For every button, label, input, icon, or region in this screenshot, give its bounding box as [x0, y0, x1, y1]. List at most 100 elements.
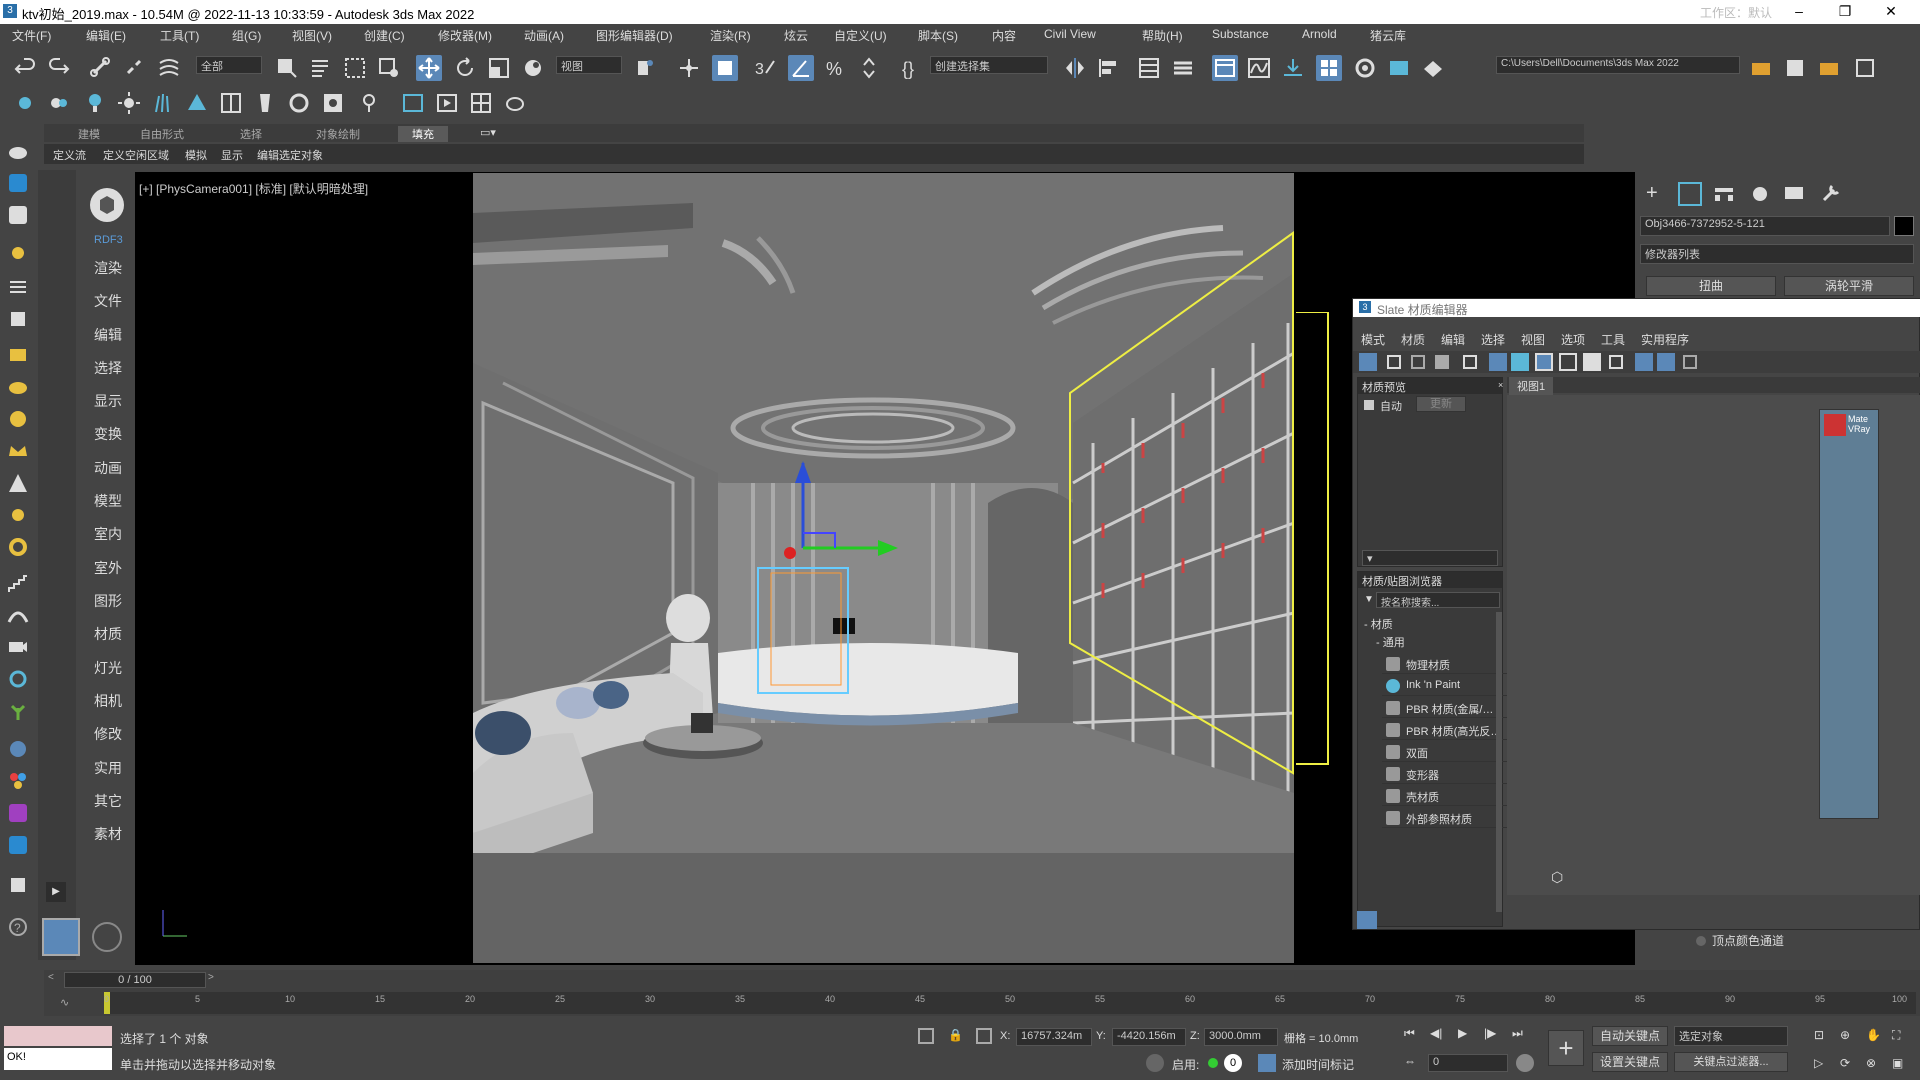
- plugin-item-material[interactable]: 材质: [94, 624, 122, 644]
- key-target-dropdown[interactable]: 选定对象: [1674, 1026, 1788, 1046]
- strip-palette-icon[interactable]: [5, 768, 31, 794]
- plugin-item-select[interactable]: 选择: [94, 358, 122, 378]
- reference-coord-dropdown[interactable]: 视图: [556, 56, 622, 74]
- strip-camera-icon[interactable]: [5, 634, 31, 660]
- menu-file[interactable]: 文件(F): [12, 27, 51, 44]
- slate-menu-edit[interactable]: 编辑: [1441, 331, 1465, 348]
- select-by-name-icon[interactable]: [308, 55, 334, 81]
- vray-icon-2[interactable]: [46, 90, 72, 116]
- vray-fur-icon[interactable]: [150, 90, 176, 116]
- ribbon-tab-modeling[interactable]: 建模: [78, 126, 100, 142]
- create-tab-icon[interactable]: +: [1646, 182, 1670, 206]
- orbit-icon[interactable]: ⟳: [1840, 1056, 1858, 1074]
- slate-menu-utilities[interactable]: 实用程序: [1641, 331, 1689, 348]
- plugin-item-animation[interactable]: 动画: [94, 458, 122, 478]
- rect-region-icon[interactable]: [342, 55, 368, 81]
- undo-icon[interactable]: [12, 55, 38, 81]
- plugin-item-file[interactable]: 文件: [94, 291, 122, 311]
- plugin-item-interior[interactable]: 室内: [94, 524, 122, 544]
- slate-menu-view[interactable]: 视图: [1521, 331, 1545, 348]
- materials-group-header[interactable]: - 材质: [1364, 616, 1393, 632]
- strip-stairs-icon[interactable]: [5, 570, 31, 596]
- curve-editor-icon[interactable]: [1246, 55, 1272, 81]
- set-key-icon[interactable]: +: [1548, 1030, 1584, 1066]
- menu-civil-view[interactable]: Civil View: [1044, 27, 1096, 41]
- twist-button[interactable]: 扭曲: [1646, 276, 1776, 296]
- plugin-item-exterior[interactable]: 室外: [94, 558, 122, 578]
- strip-app-icon-2[interactable]: [5, 202, 31, 228]
- plugin-item-edit[interactable]: 编辑: [94, 325, 122, 345]
- edit-named-selection-icon[interactable]: {}: [898, 55, 924, 81]
- slate-footer-icon[interactable]: [1357, 911, 1377, 929]
- plugin-item-model[interactable]: 模型: [94, 491, 122, 511]
- add-time-tag[interactable]: 添加时间标记: [1282, 1056, 1354, 1073]
- vray-grid-icon[interactable]: [468, 90, 494, 116]
- viewport-layout-icon[interactable]: [42, 918, 80, 956]
- ribbon-tab-populate[interactable]: 填充: [398, 126, 448, 142]
- slate-sample-icon[interactable]: [1583, 353, 1601, 371]
- hierarchy-tab-icon[interactable]: [1712, 182, 1736, 206]
- percent-snap-icon[interactable]: %: [822, 55, 848, 81]
- close-icon[interactable]: ✕: [1868, 0, 1914, 24]
- menu-customize[interactable]: 自定义(U): [834, 27, 887, 44]
- expand-arrow-icon[interactable]: ▶: [46, 882, 66, 902]
- menu-content[interactable]: 内容: [992, 27, 1016, 44]
- node-view-canvas[interactable]: Mate VRay: [1507, 395, 1920, 895]
- turbosmooth-button[interactable]: 涡轮平滑: [1784, 276, 1914, 296]
- vray-plane-icon[interactable]: [184, 90, 210, 116]
- angle-snap-icon[interactable]: [788, 55, 814, 81]
- enable-toggle[interactable]: 0: [1224, 1054, 1242, 1072]
- slate-menu-options[interactable]: 选项: [1561, 331, 1585, 348]
- strip-sweep-icon[interactable]: [5, 602, 31, 628]
- rendered-frame-window-icon[interactable]: [1386, 55, 1412, 81]
- plugin-item-transform[interactable]: 变换: [94, 424, 122, 444]
- strip-app-icon-3[interactable]: [5, 800, 31, 826]
- menu-animation[interactable]: 动画(A): [524, 27, 564, 44]
- plugin-item-shapes[interactable]: 图形: [94, 591, 122, 611]
- schematic-view-icon[interactable]: [1280, 55, 1306, 81]
- select-move-icon[interactable]: [416, 55, 442, 81]
- toggle-viewport-icon[interactable]: ▣: [1892, 1056, 1910, 1074]
- walk-icon[interactable]: ⊗: [1866, 1056, 1884, 1074]
- slate-menu-material[interactable]: 材质: [1401, 331, 1425, 348]
- utilities-tab-icon[interactable]: [1818, 182, 1842, 206]
- ribbon-tool-define-idle-areas[interactable]: 定义空闲区域: [100, 147, 172, 163]
- vray-bulb-icon[interactable]: [252, 90, 278, 116]
- menu-rendering[interactable]: 渲染(R): [710, 27, 751, 44]
- vray-frame-buffer-icon[interactable]: [400, 90, 426, 116]
- select-manipulate-icon[interactable]: [676, 55, 702, 81]
- next-frame-icon[interactable]: |▶: [1484, 1026, 1504, 1044]
- preview-close-icon[interactable]: ×: [1498, 380, 1503, 390]
- slate-menu-select[interactable]: 选择: [1481, 331, 1505, 348]
- timeline-prev-icon[interactable]: <: [48, 972, 62, 988]
- prev-frame-icon[interactable]: ◀|: [1430, 1026, 1450, 1044]
- strip-app-icon-5[interactable]: [5, 872, 31, 898]
- maxscript-listener[interactable]: [4, 1026, 112, 1046]
- plugin-settings-icon[interactable]: [92, 922, 122, 952]
- menu-graph-editors[interactable]: 图形编辑器(D): [596, 27, 673, 44]
- slate-delete-icon[interactable]: [1463, 355, 1477, 369]
- workspace-icon[interactable]: [1782, 55, 1808, 81]
- vray-dome-icon[interactable]: [286, 90, 312, 116]
- select-place-icon[interactable]: [520, 55, 546, 81]
- pivot-center-icon[interactable]: [632, 55, 658, 81]
- plugin-item-assets[interactable]: 素材: [94, 824, 122, 844]
- motion-tab-icon[interactable]: [1748, 182, 1772, 206]
- vray-proxy-icon[interactable]: [218, 90, 244, 116]
- strip-cylinder-icon[interactable]: [5, 374, 31, 400]
- select-object-icon[interactable]: [274, 55, 300, 81]
- menu-scripting[interactable]: 脚本(S): [918, 27, 958, 44]
- vray-teapot-icon[interactable]: [502, 90, 528, 116]
- track-bar[interactable]: 0 5 10 15 20 25 30 35 40 45 50 55 60 65 …: [104, 992, 1916, 1014]
- pan-icon[interactable]: ✋: [1866, 1028, 1884, 1046]
- key-mode-icon[interactable]: ⇔: [1404, 1054, 1424, 1072]
- menu-group[interactable]: 组(G): [232, 27, 261, 44]
- slate-show-map-icon[interactable]: [1535, 353, 1553, 371]
- preview-dropdown[interactable]: ▾: [1362, 550, 1498, 566]
- maximize-viewport-icon[interactable]: ⛶: [1892, 1028, 1910, 1046]
- strip-sun-icon[interactable]: [5, 502, 31, 528]
- strip-settings-icon[interactable]: [5, 274, 31, 300]
- select-rotate-icon[interactable]: [452, 55, 478, 81]
- ribbon-tab-freeform[interactable]: 自由形式: [140, 126, 184, 142]
- selection-lock-icon[interactable]: 🔒: [948, 1028, 963, 1044]
